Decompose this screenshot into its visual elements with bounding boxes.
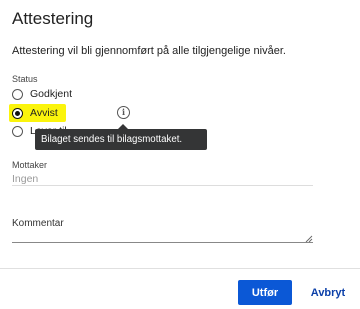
resize-handle-icon[interactable] bbox=[305, 235, 313, 243]
kommentar-label: Kommentar bbox=[12, 218, 64, 229]
radio-button[interactable] bbox=[12, 107, 23, 119]
tooltip: Bilaget sendes til bilagsmottaket. bbox=[35, 129, 207, 150]
dialog-title: Attestering bbox=[12, 9, 94, 28]
kommentar-textarea[interactable] bbox=[12, 242, 313, 243]
dialog-description: Attestering vil bli gjennomført på alle … bbox=[12, 45, 286, 57]
radio-label: Avvist bbox=[30, 107, 58, 119]
footer-divider bbox=[0, 268, 360, 269]
radio-option-avvist[interactable]: Avvist bbox=[12, 105, 58, 121]
radio-option-godkjent[interactable]: Godkjent bbox=[12, 86, 72, 102]
avbryt-button[interactable]: Avbryt bbox=[304, 280, 352, 305]
mottaker-underline bbox=[12, 185, 313, 186]
mottaker-label: Mottaker bbox=[12, 160, 48, 170]
radio-button[interactable] bbox=[12, 88, 23, 100]
info-icon[interactable]: i bbox=[117, 106, 130, 119]
utfor-button[interactable]: Utfør bbox=[238, 280, 292, 305]
radio-button[interactable] bbox=[12, 125, 23, 137]
mottaker-input[interactable]: Ingen bbox=[12, 173, 38, 185]
status-label: Status bbox=[12, 74, 38, 84]
radio-label: Godkjent bbox=[30, 88, 73, 100]
